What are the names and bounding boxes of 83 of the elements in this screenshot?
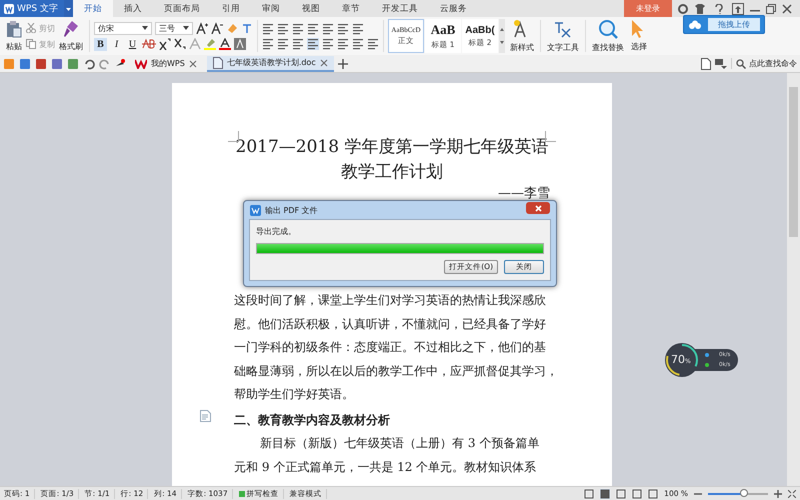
copy-icon [26,39,36,49]
skin-icon[interactable] [678,4,688,14]
zoom-in-icon[interactable] [774,490,782,498]
subscript-icon[interactable] [174,38,186,50]
body-text-line: 元和 9 个正式篇单元，一共是 12 个单元。教材知识体系 [234,458,538,476]
search-icon [736,58,746,68]
scrollbar[interactable] [787,73,800,486]
caret-icon [142,26,148,30]
dot-icon [705,363,709,367]
align-center-icon[interactable] [277,38,289,50]
app-icon [250,204,261,216]
toolbar-button[interactable]: 文字工具 [545,19,581,53]
add-tab-icon[interactable] [338,58,348,68]
undo-icon[interactable] [83,58,95,70]
upload-tooltip[interactable]: 拖拽上传 [683,15,765,34]
align-right-icon[interactable] [292,38,304,50]
toolbar-button[interactable]: 选择 [629,20,649,52]
paragraph-icon [200,410,212,422]
align-left-icon[interactable] [262,38,274,50]
toolbar-button[interactable]: 新样式 [508,19,536,53]
close-icon[interactable] [188,60,197,68]
logo-icon [4,4,14,14]
close-button[interactable] [526,202,550,214]
menu-tab[interactable]: 插入 [112,0,153,17]
body-text-line: 帮助学生们学好英语。 [234,386,355,403]
comment-icon[interactable] [715,58,727,70]
paste-button[interactable]: 粘贴 [4,20,24,52]
menu-tab[interactable]: 页面布局 [152,0,211,17]
menu-tab[interactable]: 开发工具 [370,0,429,17]
app-menu-button[interactable]: WPS 文字 [0,0,64,17]
font-size-field[interactable]: 三号 [155,22,193,34]
document-tab[interactable]: 我的WPS [129,56,203,72]
author-text: ——李雪 [497,185,550,203]
shading-icon[interactable] [234,38,246,50]
format-painter-button[interactable]: 格式刷 [57,20,85,52]
body-text-line: 新目标（新版）七年级英语（上册）有 3 个预备篇单 [259,435,540,452]
menu-tab[interactable]: 审阅 [250,0,291,17]
dialog-title: 输出 PDF 文件 [265,204,318,216]
menu-tab[interactable]: 章节 [330,0,371,17]
body-text-line: 慰。他们活跃积极，认真听讲，不懂就问，已经具备了学好 [234,316,547,332]
cloud-icon [688,20,702,30]
menu-tab[interactable]: 开始 [72,0,113,17]
close-icon[interactable] [320,58,328,66]
format-button[interactable]: I [110,38,123,50]
scroll-arrows-icon[interactable] [499,19,505,53]
wps-logo-icon [135,58,147,68]
shirt-icon[interactable] [694,4,708,14]
search-icon [598,19,618,39]
section-heading: 二、教育教学内容及教材分析 [234,412,391,428]
shrink-font-icon[interactable] [211,22,223,34]
document-icon[interactable] [701,58,711,70]
menu-tab[interactable]: 云服务 [428,0,478,17]
upload-icon[interactable] [732,2,744,14]
menu-tab[interactable]: 引用 [210,0,251,17]
restore-icon[interactable] [766,4,776,14]
menu-tab[interactable]: 视图 [290,0,331,17]
toolbar-button[interactable]: 查找替换 [590,19,626,53]
close-icon [534,204,542,212]
font-color-icon[interactable] [219,38,231,50]
body-text-line: 一门学科的初级条件：态度端正。不过相比之下，他们的基 [234,339,547,356]
dot-icon [705,353,709,357]
brush-icon [63,20,79,38]
scissors-icon [26,23,36,33]
command-search[interactable]: 点此查找命令 [731,58,797,69]
status-message: 导出完成。 [256,226,297,237]
document-title: 2017—2018 学年度第一学期七年级英语教学工作计划 [234,136,550,184]
body-text-line: 这段时间了解，课堂上学生们对学习英语的热情让我深感欣 [234,292,547,309]
close-icon[interactable] [782,4,792,14]
slider-thumb[interactable] [740,488,748,496]
format-button[interactable]: U [126,38,139,50]
cursor-icon [632,20,646,38]
strikethrough-icon[interactable] [142,38,156,50]
clipboard-icon [6,20,22,38]
pin-icon[interactable] [115,58,125,68]
justify-icon[interactable] [307,38,319,50]
document-tab[interactable]: 七年级英语教学计划.doc [206,56,334,72]
format-button[interactable]: B [94,38,107,50]
superscript-icon[interactable] [159,38,171,50]
phonetic-icon[interactable] [241,22,253,34]
fit-icon[interactable] [788,490,796,498]
grow-font-icon[interactable] [196,22,208,34]
caret-icon [183,26,189,30]
font-field[interactable]: 仿宋 [94,22,152,34]
